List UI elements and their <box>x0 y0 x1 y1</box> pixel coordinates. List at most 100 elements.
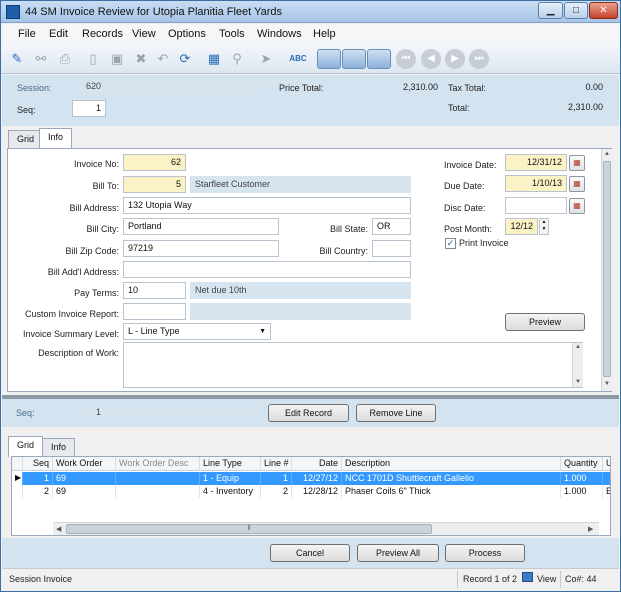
bill-city-field[interactable]: Portland <box>123 218 279 235</box>
minimize-button[interactable]: ▁ <box>538 2 563 19</box>
invoice-no-field[interactable]: 62 <box>123 154 186 171</box>
previous-record-icon[interactable]: ◀ <box>421 49 441 69</box>
scroll-right-icon[interactable]: ▶ <box>588 525 593 533</box>
edit-record-button[interactable]: Edit Record <box>268 404 349 422</box>
menu-records[interactable]: Records <box>82 28 123 40</box>
refresh-icon[interactable]: ⟳ <box>175 49 195 69</box>
menu-help[interactable]: Help <box>313 28 336 40</box>
price-total-label: Price Total: <box>279 83 324 93</box>
new-record-icon[interactable]: ✎ <box>7 49 27 69</box>
bill-zip-label: Bill Zip Code: <box>65 246 119 256</box>
attach-icon[interactable]: ⚲ <box>227 49 247 69</box>
preview-all-button[interactable]: Preview All <box>357 544 439 562</box>
print-icon[interactable]: ⎙ <box>55 49 75 69</box>
menu-edit[interactable]: Edit <box>49 28 68 40</box>
spellcheck-icon[interactable]: ABC <box>288 49 308 69</box>
total-value: 2,310.00 <box>567 102 603 112</box>
column-header-description[interactable]: Description <box>342 457 561 471</box>
bill-zip-field[interactable]: 97219 <box>123 240 279 257</box>
bill-address-field[interactable]: 132 Utopia Way <box>123 197 411 214</box>
scroll-up-icon[interactable]: ▲ <box>573 344 583 350</box>
calendar-icon[interactable]: ▦ <box>569 155 585 171</box>
menu-options[interactable]: Options <box>168 28 206 40</box>
tab-grid[interactable]: Grid <box>8 130 44 148</box>
view-label[interactable]: View <box>537 574 556 584</box>
print-invoice-checkbox[interactable]: ✓ <box>445 238 456 249</box>
info-panel-scrollbar[interactable]: ▲ ▼ <box>601 149 612 391</box>
table-row[interactable]: ▶ 1 69 1 - Equip 1 12/27/12 NCC 1701D Sh… <box>12 472 610 485</box>
seq-field[interactable]: 1 <box>72 100 106 117</box>
layout-grid-icon[interactable] <box>367 49 391 69</box>
post-month-field[interactable]: 12/12 <box>505 218 538 235</box>
due-date-field[interactable]: 1/10/13 <box>505 175 567 192</box>
menu-windows[interactable]: Windows <box>257 28 302 40</box>
column-header-u[interactable]: U <box>603 457 610 471</box>
first-record-icon[interactable]: ⏮ <box>396 49 416 69</box>
menu-view[interactable]: View <box>132 28 156 40</box>
column-header-quantity[interactable]: Quantity <box>561 457 603 471</box>
record-count: Record 1 of 2 <box>463 574 518 584</box>
menu-bar: File Edit Records View Options Tools Win… <box>1 24 620 44</box>
column-header-line-no[interactable]: Line # <box>261 457 292 471</box>
tab-info[interactable]: Info <box>42 438 76 456</box>
last-record-icon[interactable]: ⏭ <box>469 49 489 69</box>
scroll-thumb[interactable]: ⦀ <box>66 524 432 534</box>
cancel-button[interactable]: Cancel <box>270 544 350 562</box>
invoice-date-field[interactable]: 12/31/12 <box>505 154 567 171</box>
scroll-left-icon[interactable]: ◀ <box>56 525 61 533</box>
delete-icon[interactable]: ✖ <box>131 49 151 69</box>
next-record-icon[interactable]: ▶ <box>445 49 465 69</box>
tab-info[interactable]: Info <box>39 128 73 149</box>
column-header-seq[interactable]: Seq <box>23 457 53 471</box>
menu-tools[interactable]: Tools <box>219 28 245 40</box>
tab-grid[interactable]: Grid <box>8 436 44 457</box>
save-icon[interactable]: ▣ <box>107 49 127 69</box>
maximize-button[interactable]: □ <box>564 2 588 19</box>
close-button[interactable]: ✕ <box>589 2 618 19</box>
scroll-thumb[interactable] <box>603 161 611 377</box>
bill-country-field[interactable] <box>372 240 411 257</box>
description-field[interactable] <box>123 342 583 388</box>
top-tab-row: Grid Info <box>2 128 619 149</box>
bottom-tab-row: Grid Info <box>2 436 619 457</box>
bill-to-field[interactable]: 5 <box>123 176 186 193</box>
tax-total-label: Tax Total: <box>448 83 486 93</box>
column-header-work-order[interactable]: Work Order <box>53 457 116 471</box>
menu-file[interactable]: File <box>18 28 36 40</box>
send-icon[interactable]: ➤ <box>256 49 276 69</box>
layout-split-icon[interactable] <box>342 49 366 69</box>
summary-level-select[interactable]: L - Line Type ▼ <box>123 323 271 340</box>
column-header-work-order-desc[interactable]: Work Order Desc <box>116 457 200 471</box>
scroll-up-icon[interactable]: ▲ <box>602 151 612 157</box>
layout-single-icon[interactable] <box>317 49 341 69</box>
pay-terms-field[interactable]: 10 <box>123 282 186 299</box>
custom-report-field[interactable] <box>123 303 186 320</box>
grid-horizontal-scrollbar[interactable]: ◀ ⦀ ▶ <box>53 522 599 535</box>
toolbar: ✎ ⚯ ⎙ ▯ ▣ ✖ ↶ ⟳ ▦ ⚲ ➤ ABC ⏮ ◀ ▶ ⏭ <box>1 44 620 74</box>
post-month-spinner[interactable]: ▲ ▼ <box>539 218 549 235</box>
undo-icon[interactable]: ↶ <box>153 49 173 69</box>
column-header-line-type[interactable]: Line Type <box>200 457 261 471</box>
column-header-date[interactable]: Date <box>292 457 342 471</box>
calendar-icon[interactable]: ▦ <box>569 176 585 192</box>
remove-line-button[interactable]: Remove Line <box>356 404 436 422</box>
bill-add-address-field[interactable] <box>123 261 411 278</box>
process-button[interactable]: Process <box>445 544 525 562</box>
page-icon[interactable]: ▯ <box>83 49 103 69</box>
bill-state-field[interactable]: OR <box>372 218 411 235</box>
description-scrollbar[interactable]: ▲ ▼ <box>572 343 583 387</box>
total-label: Total: <box>448 103 470 113</box>
bill-to-label: Bill To: <box>92 181 119 191</box>
calculator-icon[interactable]: ▦ <box>204 49 224 69</box>
cell-line-no: 2 <box>261 485 292 498</box>
preview-button[interactable]: Preview <box>505 313 585 331</box>
disc-date-field[interactable] <box>505 197 567 214</box>
scroll-down-icon[interactable]: ▼ <box>573 379 583 385</box>
link-icon[interactable]: ⚯ <box>31 49 51 69</box>
calendar-icon[interactable]: ▦ <box>569 198 585 214</box>
scroll-down-icon[interactable]: ▼ <box>602 381 612 387</box>
window-title: 44 SM Invoice Review for Utopia Planitia… <box>25 6 282 18</box>
table-row[interactable]: 2 69 4 - Inventory 2 12/28/12 Phaser Coi… <box>12 485 610 498</box>
cell-work-order-desc <box>116 472 200 485</box>
bill-city-label: Bill City: <box>86 224 119 234</box>
